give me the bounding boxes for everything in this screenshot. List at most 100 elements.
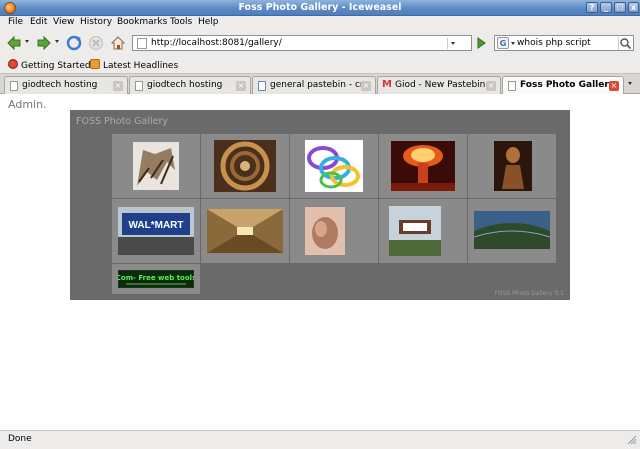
thumbnail-cell[interactable] [379,134,467,198]
minimize-button[interactable]: _ [600,2,612,13]
menu-tools[interactable]: Tools [170,17,192,27]
svg-text:Com- Free web tools: Com- Free web tools [118,274,194,282]
close-tab-icon[interactable]: × [609,81,619,91]
window-title: Foss Photo Gallery - Iceweasel [238,2,402,13]
page-icon [10,81,18,91]
go-arrow-icon [477,37,486,49]
close-tab-icon[interactable]: × [236,81,246,91]
search-input[interactable]: whois php script [517,38,591,48]
tab-giodtech-hosting-2[interactable]: giodtech hosting × [129,76,251,94]
address-text[interactable]: http://localhost:8081/gallery/ [151,38,282,48]
tab-label: Giod - New Pastebin ... [395,80,497,90]
maximize-button[interactable]: □ [614,2,626,13]
go-button[interactable] [474,35,488,51]
help-window-button[interactable]: ? [586,2,598,13]
chevron-down-icon [628,82,632,85]
tab-label: giodtech hosting [147,80,223,90]
thumbnail-cell[interactable] [201,134,289,198]
bookmark-label: Latest Headlines [103,61,179,71]
thumbnail-cell[interactable]: Com- Free web tools [112,264,200,294]
page-icon [135,81,143,91]
stop-icon [89,36,103,50]
mushroom-cloud-thumbnail[interactable] [391,141,455,191]
admin-link[interactable]: Admin. [8,98,47,111]
thumbnail-cell[interactable] [290,134,378,198]
web-tools-banner-thumbnail[interactable]: Com- Free web tools [118,270,194,288]
thumbnail-cell[interactable] [468,134,556,198]
gmail-icon: M [382,79,392,90]
window-titlebar: Foss Photo Gallery - Iceweasel ? _ □ x [0,0,640,16]
pastebin-icon [258,81,266,91]
home-button[interactable] [110,35,126,51]
back-button[interactable] [6,35,22,51]
walmart-store-thumbnail[interactable]: WAL*MART [118,207,194,255]
spiral-staircase-thumbnail[interactable] [214,140,276,192]
tab-strip: giodtech hosting × giodtech hosting × ge… [0,74,640,95]
bookmarks-toolbar: Getting Started Latest Headlines [0,56,640,74]
hand-thumbnail[interactable] [305,207,345,255]
thumbnail-cell[interactable] [201,199,289,263]
menu-edit[interactable]: Edit [30,17,47,27]
menu-history[interactable]: History [80,17,112,27]
back-history-dropdown[interactable] [25,40,29,43]
stop-button[interactable] [88,35,104,51]
getting-started-icon [8,59,18,69]
thumbnail-cell[interactable] [379,199,467,263]
tab-label: giodtech hosting [22,80,98,90]
gallery-title: FOSS Photo Gallery [76,116,168,127]
reload-icon [66,35,82,51]
tab-giod-new-pastebin[interactable]: M Giod - New Pastebin ... × [377,76,501,94]
bookmark-getting-started[interactable]: Getting Started [8,59,91,71]
menu-bookmarks[interactable]: Bookmarks [117,17,167,27]
bookmark-latest-headlines[interactable]: Latest Headlines [90,59,178,71]
resize-grip-icon[interactable] [627,435,637,445]
rss-icon [90,59,100,69]
reload-button[interactable] [66,35,82,51]
status-bar: Done [0,430,640,449]
close-tab-icon[interactable]: × [361,81,371,91]
close-tab-icon[interactable]: × [113,81,123,91]
thumbnail-cell[interactable]: WAL*MART [112,199,200,263]
close-window-button[interactable]: x [628,2,639,13]
menu-help[interactable]: Help [198,17,219,27]
menu-file[interactable]: File [8,17,23,27]
search-bar[interactable]: G whois php script [494,35,634,51]
tab-foss-photo-gallery[interactable]: Foss Photo Gallery × [502,76,624,95]
page-content: Admin. FOSS Photo Gallery WAL*MART Com- … [0,94,640,430]
svg-text:WAL*MART: WAL*MART [129,220,184,231]
address-dropdown-button[interactable] [447,38,457,49]
tab-label: Foss Photo Gallery [520,80,615,90]
slinky-toy-thumbnail[interactable] [305,140,363,192]
home-icon [110,36,126,50]
thumbnail-cell[interactable] [468,199,556,263]
search-engine-dropdown[interactable] [511,42,515,45]
street-sign-thumbnail[interactable] [389,206,441,256]
tab-general-pastebin[interactable]: general pastebin - cr... × [252,76,376,94]
forward-arrow-icon [37,35,51,51]
menu-view[interactable]: View [53,17,74,27]
panorama-thumbnail[interactable] [474,211,550,249]
magnifier-icon [620,38,632,50]
bookmark-label: Getting Started [21,61,91,71]
google-icon[interactable]: G [497,37,509,49]
close-tab-icon[interactable]: × [486,81,496,91]
thumbnail-cell[interactable] [112,134,200,198]
forward-history-dropdown[interactable] [55,40,59,43]
thumbnail-cell[interactable] [290,199,378,263]
search-button[interactable] [618,37,632,50]
tab-label: general pastebin - cr... [270,80,372,90]
page-icon [508,81,516,91]
statue-thumbnail[interactable] [494,141,532,191]
page-favicon-icon [137,38,147,49]
back-arrow-icon [7,35,21,51]
all-tabs-menu-button[interactable] [625,77,637,91]
address-bar[interactable]: http://localhost:8081/gallery/ [132,35,472,51]
menu-bar: File Edit View History Bookmarks Tools H… [0,16,640,30]
status-text: Done [8,434,32,444]
gallery-footer: FOSS Photo Gallery 0.1 [494,290,564,297]
tab-giodtech-hosting-1[interactable]: giodtech hosting × [4,76,128,94]
forward-button[interactable] [36,35,52,51]
gallery-panel: FOSS Photo Gallery WAL*MART Com- Free we… [70,110,570,300]
tunnel-thumbnail[interactable] [207,209,283,253]
escher-stairs-thumbnail[interactable] [133,142,179,190]
